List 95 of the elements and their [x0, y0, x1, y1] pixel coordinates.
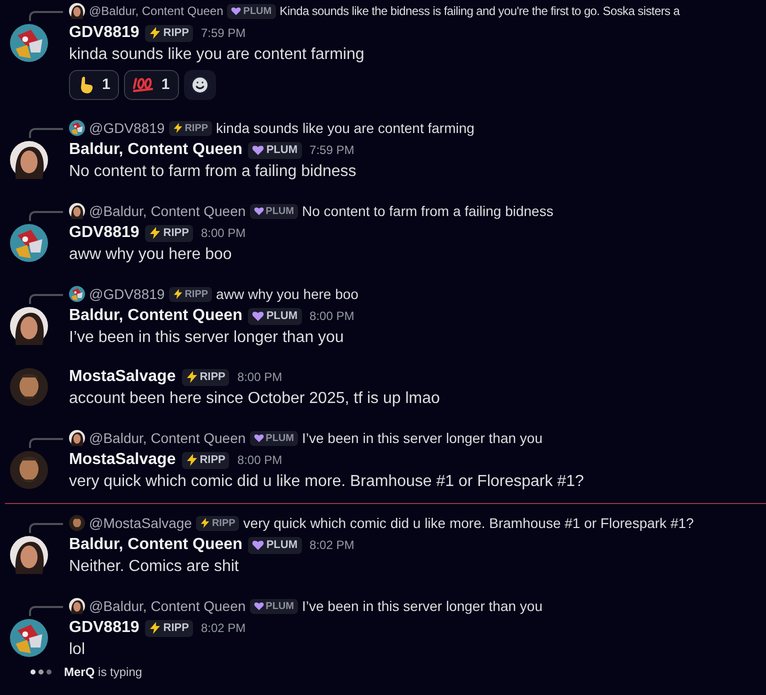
heart-icon — [231, 6, 242, 16]
heart-icon — [252, 539, 264, 551]
reply-author[interactable]: @Baldur, Content Queen — [89, 428, 246, 448]
username[interactable]: GDV8819 — [69, 21, 140, 45]
score-icon — [133, 77, 154, 93]
reply-author[interactable]: @GDV8819 — [89, 118, 165, 138]
reply-author[interactable]: @Baldur, Content Queen — [89, 2, 224, 20]
lightning-icon — [186, 371, 198, 383]
username[interactable]: GDV8819 — [69, 616, 140, 640]
role-badge: RIPP — [168, 120, 212, 136]
username[interactable]: GDV8819 — [69, 221, 140, 245]
role-badge: RIPP — [145, 224, 193, 242]
reply-preview[interactable]: kinda sounds like you are content farming — [216, 118, 474, 138]
lightning-icon — [149, 622, 162, 634]
avatar[interactable] — [10, 224, 48, 262]
message-text: account been here since October 2025, tf is up lmao — [69, 389, 440, 409]
reply-preview[interactable]: No content to farm from a failing bidness — [302, 200, 554, 222]
role-badge: PLUM — [250, 430, 298, 446]
timestamp: 8:02 PM — [310, 537, 354, 554]
avatar[interactable] — [69, 598, 85, 614]
typing-dots-icon — [30, 669, 54, 675]
timestamp: 8:00 PM — [237, 369, 282, 386]
timestamp: 8:00 PM — [237, 452, 282, 469]
avatar[interactable] — [69, 430, 85, 446]
avatar[interactable] — [69, 120, 85, 136]
avatar[interactable] — [10, 307, 48, 345]
timestamp: 8:00 PM — [200, 225, 246, 242]
message-text: lol — [69, 640, 86, 660]
avatar[interactable] — [10, 24, 48, 62]
reply-connector — [29, 294, 63, 304]
avatar[interactable] — [10, 536, 48, 574]
lightning-icon — [149, 227, 162, 239]
reaction-button[interactable]: 1 — [69, 70, 120, 100]
avatar[interactable] — [69, 3, 85, 19]
timestamp: 8:00 PM — [310, 308, 354, 325]
reply-connector — [29, 606, 63, 616]
role-badge: PLUM — [250, 598, 298, 614]
reply-connector — [29, 438, 63, 448]
reply-author[interactable]: @Baldur, Content Queen — [89, 596, 246, 616]
message-text: very quick which comic did u like more. Bramhouse #1 or Florespark #1? — [69, 472, 584, 492]
message-text: I’ve been in this server longer than you — [69, 328, 345, 348]
username[interactable]: Baldur, Content Queen — [69, 138, 242, 162]
heart-icon — [254, 433, 264, 443]
reply-connector — [29, 11, 63, 21]
reply-author[interactable]: @MostaSalvage — [89, 512, 192, 534]
reply-connector — [29, 523, 63, 533]
avatar[interactable] — [69, 286, 85, 302]
lightning-icon — [149, 27, 162, 39]
reply-connector — [29, 128, 63, 138]
avatar[interactable] — [69, 203, 85, 219]
reply-preview[interactable]: I’ve been in this server longer than you — [302, 596, 542, 616]
message-text: aww why you here boo — [69, 245, 233, 265]
reply-author[interactable]: @GDV8819 — [89, 284, 165, 304]
reaction-button[interactable]: 1 — [124, 70, 179, 100]
timestamp: 7:59 PM — [200, 25, 246, 42]
message-text: Neither. Comics are shit — [69, 557, 240, 577]
typing-indicator: MerQ is typing — [64, 664, 142, 681]
role-badge: RIPP — [168, 286, 212, 302]
heart-icon — [252, 144, 264, 156]
message-text: kinda sounds like you are content farming — [69, 45, 364, 65]
role-badge: PLUM — [250, 204, 298, 218]
username[interactable]: MostaSalvage — [69, 365, 176, 389]
username[interactable]: MostaSalvage — [69, 448, 176, 472]
lightning-icon — [172, 289, 183, 299]
role-badge: RIPP — [182, 368, 230, 386]
add-reaction-button[interactable] — [184, 70, 216, 100]
pointing-hand-icon — [78, 76, 94, 94]
role-badge: RIPP — [196, 516, 240, 530]
role-badge: RIPP — [145, 620, 193, 636]
lightning-icon — [186, 454, 198, 466]
timestamp: 8:02 PM — [200, 620, 246, 637]
role-badge: RIPP — [182, 452, 230, 468]
reply-preview[interactable]: Kinda sounds like the bidness is failing and you're the first to go. Soska sisters a — [280, 2, 680, 20]
message-text: No content to farm from a failing bidness — [69, 162, 356, 182]
timestamp: 7:59 PM — [310, 142, 354, 159]
username[interactable]: Baldur, Content Queen — [69, 304, 242, 328]
heart-icon — [252, 310, 264, 322]
reply-connector — [29, 211, 63, 221]
smiley-icon — [190, 75, 210, 95]
reply-author[interactable]: @Baldur, Content Queen — [89, 200, 246, 222]
avatar[interactable] — [10, 141, 48, 179]
role-badge: PLUM — [248, 536, 302, 554]
role-badge: PLUM — [227, 4, 276, 18]
reply-preview[interactable]: I’ve been in this server longer than you — [302, 428, 542, 448]
heart-icon — [254, 206, 264, 216]
heart-icon — [254, 601, 264, 611]
role-badge: RIPP — [145, 24, 193, 42]
username[interactable]: Baldur, Content Queen — [69, 533, 242, 557]
reply-preview[interactable]: aww why you here boo — [216, 284, 358, 304]
role-badge: PLUM — [248, 308, 302, 324]
reply-preview[interactable]: very quick which comic did u like more. Bramhouse #1 or Florespark #1? — [243, 512, 694, 534]
lightning-icon — [200, 518, 210, 528]
lightning-icon — [172, 123, 183, 133]
role-badge: PLUM — [248, 142, 302, 158]
avatar[interactable] — [10, 619, 48, 657]
